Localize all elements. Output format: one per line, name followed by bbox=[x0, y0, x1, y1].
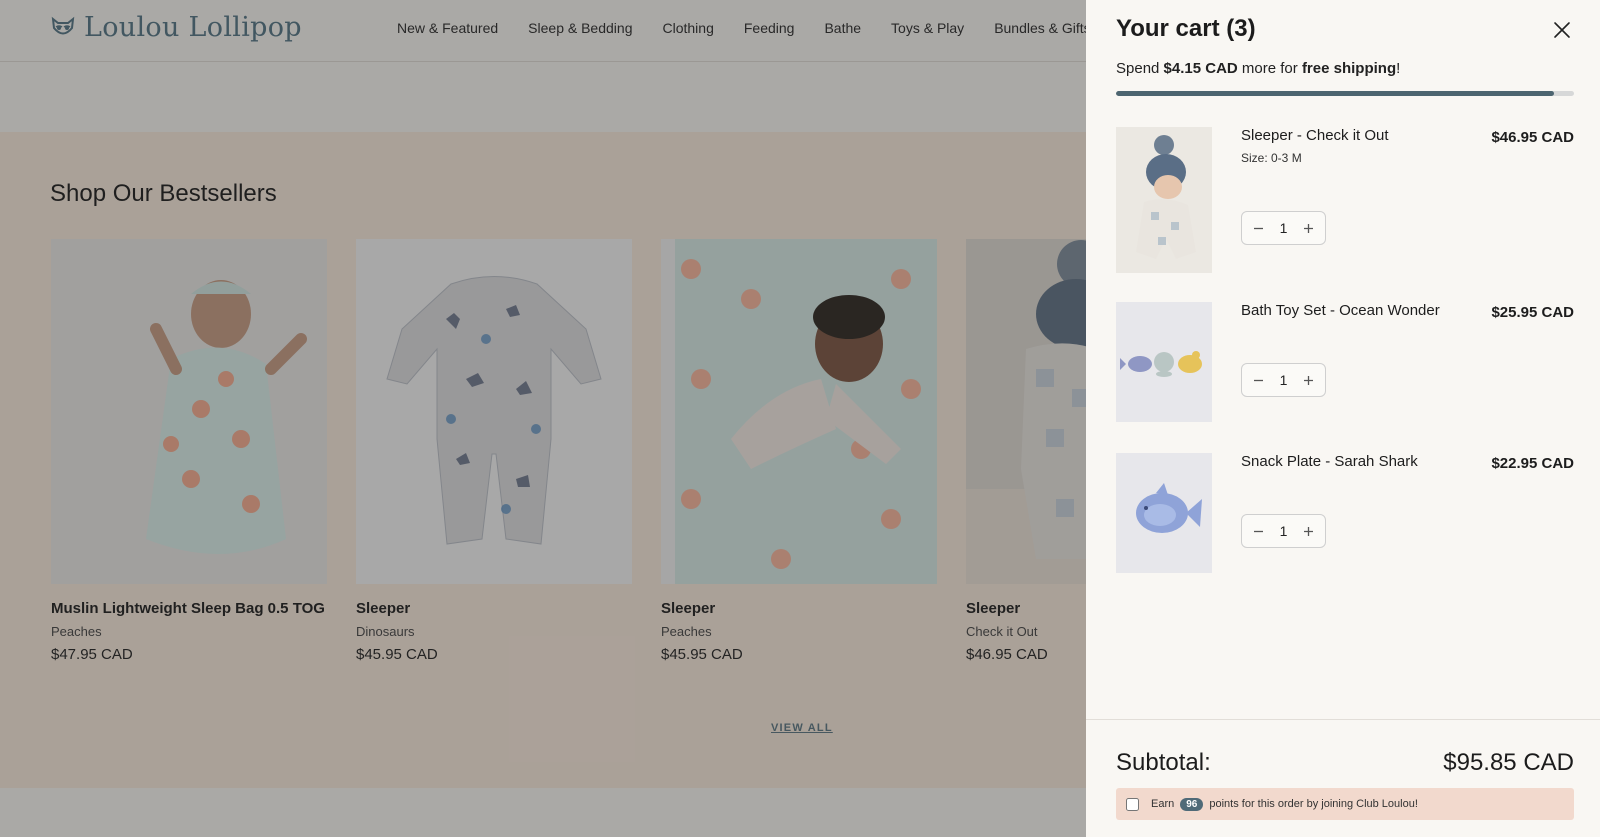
plus-icon bbox=[1304, 375, 1314, 385]
cart-drawer: Your cart (3) Spend $4.15 CAD more for f… bbox=[1086, 0, 1600, 837]
subtotal-label: Subtotal: bbox=[1116, 749, 1211, 776]
cart-footer-divider bbox=[1086, 719, 1600, 720]
free-shipping-progress-fill bbox=[1116, 91, 1554, 96]
close-icon bbox=[1554, 22, 1570, 38]
points-badge: 96 bbox=[1180, 797, 1204, 811]
points-prefix: Earn bbox=[1151, 798, 1175, 810]
quantity-stepper: 1 bbox=[1241, 363, 1326, 397]
minus-icon bbox=[1253, 379, 1263, 381]
drawer-backdrop[interactable] bbox=[0, 0, 1086, 837]
shipping-amount: $4.15 CAD bbox=[1163, 60, 1238, 77]
quantity-value[interactable]: 1 bbox=[1280, 523, 1288, 539]
free-shipping-message: Spend $4.15 CAD more for free shipping! bbox=[1116, 60, 1400, 77]
join-club-checkbox[interactable] bbox=[1126, 797, 1139, 811]
minus-icon bbox=[1253, 227, 1263, 229]
plus-icon bbox=[1304, 526, 1314, 536]
item-image-bath-toys[interactable] bbox=[1116, 302, 1212, 422]
increase-quantity-button[interactable] bbox=[1299, 218, 1319, 238]
minus-icon bbox=[1253, 530, 1263, 532]
quantity-value[interactable]: 1 bbox=[1280, 372, 1288, 388]
item-image-shark-plate[interactable] bbox=[1116, 453, 1212, 573]
points-suffix: points for this order by joining Club Lo… bbox=[1209, 798, 1418, 810]
plus-icon bbox=[1304, 223, 1314, 233]
decrease-quantity-button[interactable] bbox=[1248, 218, 1268, 238]
item-price: $22.95 CAD bbox=[1491, 455, 1574, 472]
quantity-value[interactable]: 1 bbox=[1280, 220, 1288, 236]
free-shipping-progress-bar bbox=[1116, 91, 1574, 96]
item-price: $25.95 CAD bbox=[1491, 304, 1574, 321]
increase-quantity-button[interactable] bbox=[1299, 370, 1319, 390]
close-cart-button[interactable] bbox=[1552, 20, 1572, 40]
decrease-quantity-button[interactable] bbox=[1248, 370, 1268, 390]
cart-item: Bath Toy Set - Ocean Wonder $25.95 CAD 1 bbox=[1116, 302, 1574, 422]
item-size: Size: 0-3 M bbox=[1241, 151, 1302, 165]
item-title[interactable]: Bath Toy Set - Ocean Wonder bbox=[1241, 302, 1440, 319]
subtotal-value: $95.85 CAD bbox=[1443, 749, 1574, 776]
cart-item: Sleeper - Check it Out Size: 0-3 M $46.9… bbox=[1116, 127, 1574, 273]
cart-title: Your cart (3) bbox=[1116, 15, 1256, 42]
increase-quantity-button[interactable] bbox=[1299, 521, 1319, 541]
cart-item: Snack Plate - Sarah Shark $22.95 CAD 1 bbox=[1116, 453, 1574, 573]
shipping-prefix: Spend bbox=[1116, 60, 1164, 77]
quantity-stepper: 1 bbox=[1241, 211, 1326, 245]
item-image-baby-in-hat[interactable] bbox=[1116, 127, 1212, 273]
decrease-quantity-button[interactable] bbox=[1248, 521, 1268, 541]
shipping-goal: free shipping bbox=[1301, 60, 1397, 77]
loyalty-points-banner[interactable]: Earn 96 points for this order by joining… bbox=[1116, 788, 1574, 820]
item-price: $46.95 CAD bbox=[1491, 129, 1574, 146]
item-title[interactable]: Snack Plate - Sarah Shark bbox=[1241, 453, 1418, 470]
item-title[interactable]: Sleeper - Check it Out bbox=[1241, 127, 1389, 144]
shipping-suffix: ! bbox=[1396, 60, 1401, 77]
quantity-stepper: 1 bbox=[1241, 514, 1326, 548]
shipping-middle: more for bbox=[1237, 60, 1302, 77]
